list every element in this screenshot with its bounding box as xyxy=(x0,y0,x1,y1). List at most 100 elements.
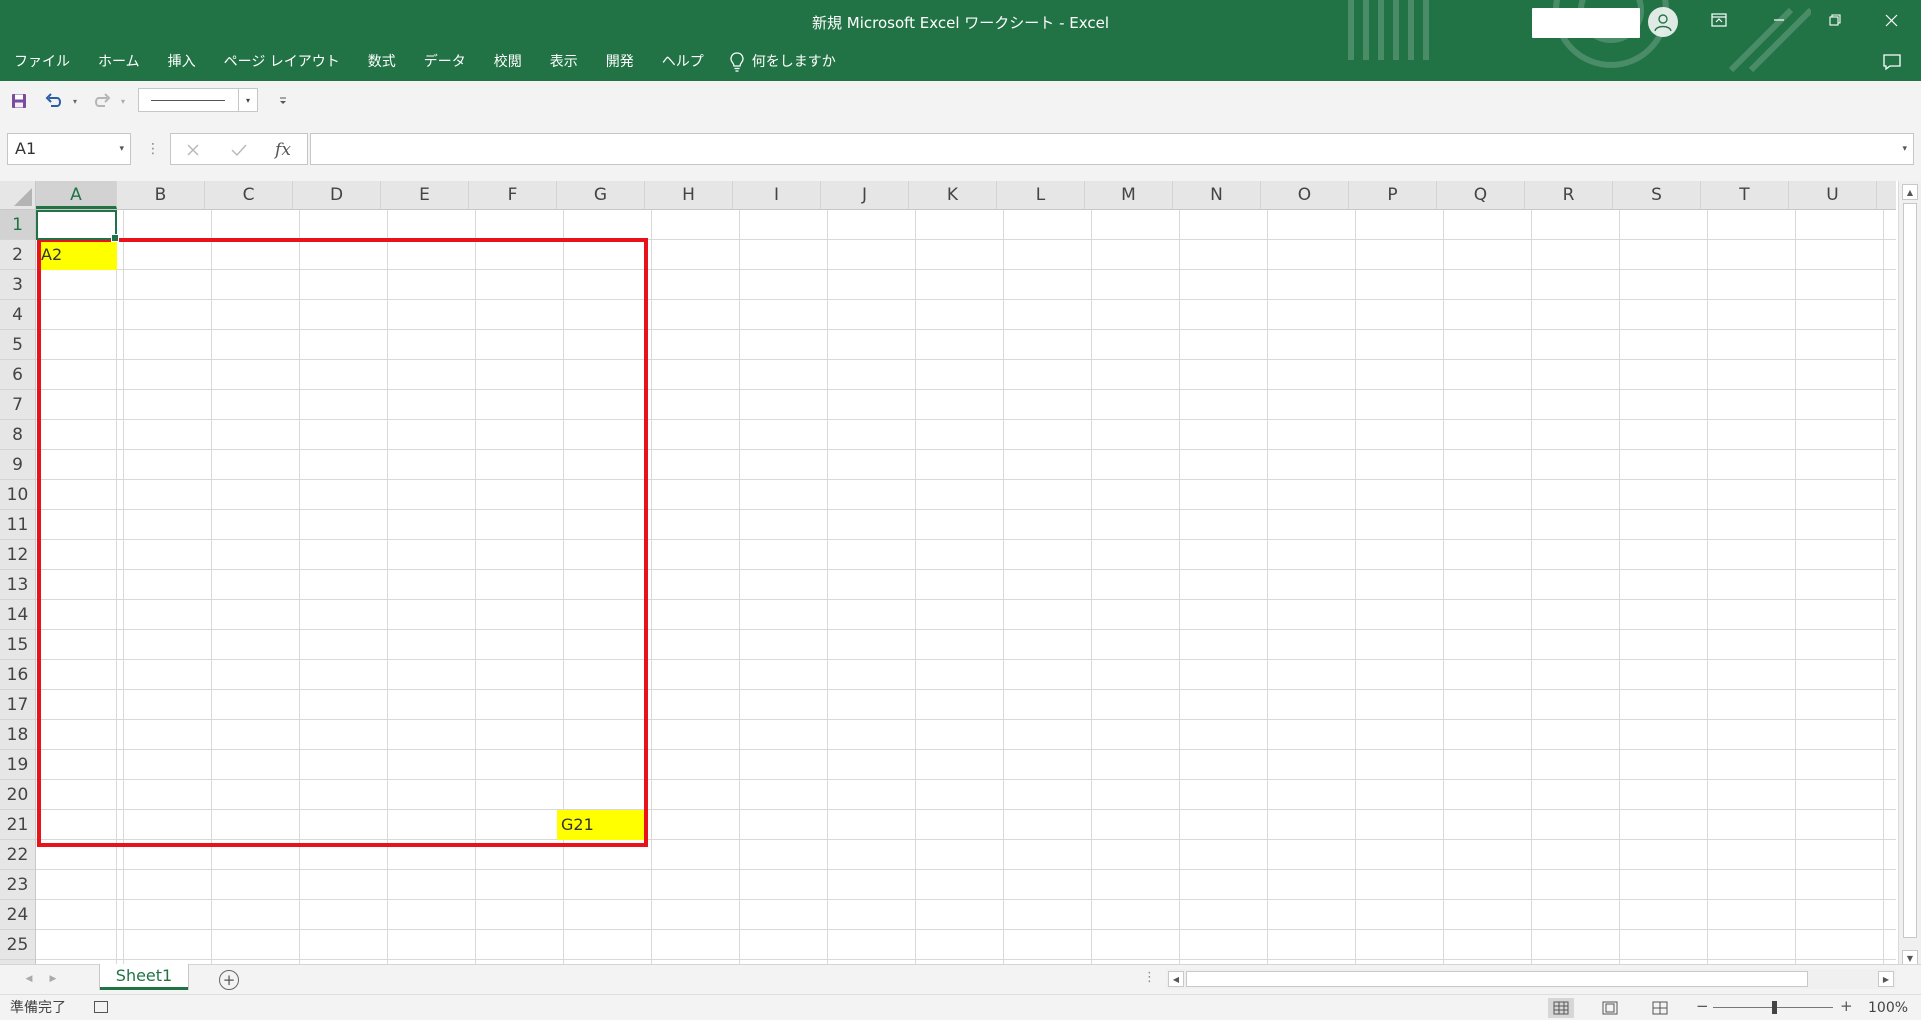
sheet-tab-sheet1[interactable]: Sheet1 xyxy=(100,964,188,990)
customize-qat-button[interactable] xyxy=(276,89,290,113)
row-header-4[interactable]: 4 xyxy=(0,300,35,330)
row-header-13[interactable]: 13 xyxy=(0,570,35,600)
tab-view[interactable]: 表示 xyxy=(536,48,592,76)
row-header-3[interactable]: 3 xyxy=(0,270,35,300)
restore-button[interactable] xyxy=(1812,0,1858,40)
zoom-slider-thumb[interactable] xyxy=(1772,1001,1777,1014)
vertical-scroll-thumb[interactable] xyxy=(1903,203,1917,938)
column-header-m[interactable]: M xyxy=(1085,181,1173,209)
save-button[interactable] xyxy=(8,89,30,113)
worksheet-grid[interactable]: ABCDEFGHIJKLMNOPQRSTU 1 2 3 4 5 6 7 8 9 10 11 12 13 1… xyxy=(0,181,1921,964)
row-header-22[interactable]: 22 xyxy=(0,840,35,870)
account-name-box[interactable] xyxy=(1532,8,1640,38)
row-header-5[interactable]: 5 xyxy=(0,330,35,360)
horizontal-scrollbar[interactable]: ◀ ▶ xyxy=(1166,969,1896,989)
ribbon-display-options-button[interactable] xyxy=(1696,0,1742,40)
undo-button[interactable] xyxy=(42,89,66,113)
row-header-9[interactable]: 9 xyxy=(0,450,35,480)
redo-button[interactable] xyxy=(90,89,114,113)
zoom-out-button[interactable]: − xyxy=(1696,997,1709,1015)
row-header-24[interactable]: 24 xyxy=(0,900,35,930)
column-header-o[interactable]: O xyxy=(1261,181,1349,209)
scroll-right-icon[interactable]: ▶ xyxy=(1878,971,1894,987)
column-header-h[interactable]: H xyxy=(645,181,733,209)
cancel-entry-button[interactable] xyxy=(181,138,205,162)
next-sheet-icon[interactable]: ▶ xyxy=(46,972,60,986)
expand-formula-bar-icon[interactable]: ▾ xyxy=(1902,134,1907,164)
tab-page-layout[interactable]: ページ レイアウト xyxy=(210,48,354,76)
row-header-12[interactable]: 12 xyxy=(0,540,35,570)
column-header-g[interactable]: G xyxy=(557,181,645,209)
tab-help[interactable]: ヘルプ xyxy=(648,48,718,76)
row-header-2[interactable]: 2 xyxy=(0,240,35,270)
row-header-20[interactable]: 20 xyxy=(0,780,35,810)
row-header-11[interactable]: 11 xyxy=(0,510,35,540)
tab-review[interactable]: 校閲 xyxy=(480,48,536,76)
row-header-8[interactable]: 8 xyxy=(0,420,35,450)
zoom-in-button[interactable]: + xyxy=(1840,997,1853,1015)
tab-splitter[interactable]: ⋮ xyxy=(1143,970,1156,985)
zoom-level[interactable]: 100% xyxy=(1868,998,1908,1018)
tab-developer[interactable]: 開発 xyxy=(592,48,648,76)
normal-view-button[interactable] xyxy=(1548,998,1574,1018)
row-header-16[interactable]: 16 xyxy=(0,660,35,690)
select-all-button[interactable] xyxy=(0,181,36,210)
macro-record-icon[interactable] xyxy=(94,1001,108,1013)
tab-data[interactable]: データ xyxy=(410,48,480,76)
name-box[interactable]: A1 ▾ xyxy=(7,133,131,165)
row-header-10[interactable]: 10 xyxy=(0,480,35,510)
scroll-down-icon[interactable]: ▼ xyxy=(1902,950,1918,964)
column-header-r[interactable]: R xyxy=(1525,181,1613,209)
column-header-f[interactable]: F xyxy=(469,181,557,209)
formula-input[interactable]: ▾ xyxy=(310,133,1914,165)
redo-dropdown[interactable]: ▾ xyxy=(118,89,128,113)
scroll-left-icon[interactable]: ◀ xyxy=(1168,971,1184,987)
undo-dropdown[interactable]: ▾ xyxy=(70,89,80,113)
row-header-21[interactable]: 21 xyxy=(0,810,35,840)
insert-function-button[interactable]: fx xyxy=(271,138,295,162)
add-sheet-button[interactable]: + xyxy=(219,970,239,990)
row-header-19[interactable]: 19 xyxy=(0,750,35,780)
row-header-14[interactable]: 14 xyxy=(0,600,35,630)
row-header-15[interactable]: 15 xyxy=(0,630,35,660)
column-header-l[interactable]: L xyxy=(997,181,1085,209)
column-header-q[interactable]: Q xyxy=(1437,181,1525,209)
close-button[interactable] xyxy=(1868,0,1914,40)
tab-formulas[interactable]: 数式 xyxy=(354,48,410,76)
enter-button[interactable] xyxy=(227,138,251,162)
row-header-25[interactable]: 25 xyxy=(0,930,35,960)
column-header-n[interactable]: N xyxy=(1173,181,1261,209)
row-header-1[interactable]: 1 xyxy=(0,210,35,240)
row-header-23[interactable]: 23 xyxy=(0,870,35,900)
tab-file[interactable]: ファイル xyxy=(0,48,84,76)
column-header-u[interactable]: U xyxy=(1789,181,1877,209)
page-break-view-button[interactable] xyxy=(1647,998,1673,1018)
chevron-down-icon[interactable]: ▾ xyxy=(238,89,257,111)
comments-button[interactable] xyxy=(1880,51,1904,73)
row-header-7[interactable]: 7 xyxy=(0,390,35,420)
row-header-17[interactable]: 17 xyxy=(0,690,35,720)
tab-home[interactable]: ホーム xyxy=(84,48,154,76)
column-header-j[interactable]: J xyxy=(821,181,909,209)
row-header-18[interactable]: 18 xyxy=(0,720,35,750)
column-header-b[interactable]: B xyxy=(117,181,205,209)
lightbulb-icon[interactable] xyxy=(730,52,744,72)
page-layout-view-button[interactable] xyxy=(1597,998,1623,1018)
column-header-t[interactable]: T xyxy=(1701,181,1789,209)
scroll-up-icon[interactable]: ▲ xyxy=(1902,184,1918,200)
column-header-i[interactable]: I xyxy=(733,181,821,209)
column-header-p[interactable]: P xyxy=(1349,181,1437,209)
minimize-button[interactable] xyxy=(1756,0,1802,40)
column-header-k[interactable]: K xyxy=(909,181,997,209)
formula-bar-splitter[interactable]: ⋮ xyxy=(146,138,160,160)
fill-handle[interactable] xyxy=(111,234,119,242)
horizontal-scroll-thumb[interactable] xyxy=(1186,971,1808,987)
prev-sheet-icon[interactable]: ◀ xyxy=(22,972,36,986)
tab-insert[interactable]: 挿入 xyxy=(154,48,210,76)
column-header-d[interactable]: D xyxy=(293,181,381,209)
active-cell-a1[interactable] xyxy=(36,210,119,242)
vertical-scrollbar[interactable]: ▲ ▼ xyxy=(1898,181,1921,964)
chevron-down-icon[interactable]: ▾ xyxy=(119,134,124,164)
tell-me-search[interactable]: 何をしますか xyxy=(744,48,836,76)
row-header-6[interactable]: 6 xyxy=(0,360,35,390)
